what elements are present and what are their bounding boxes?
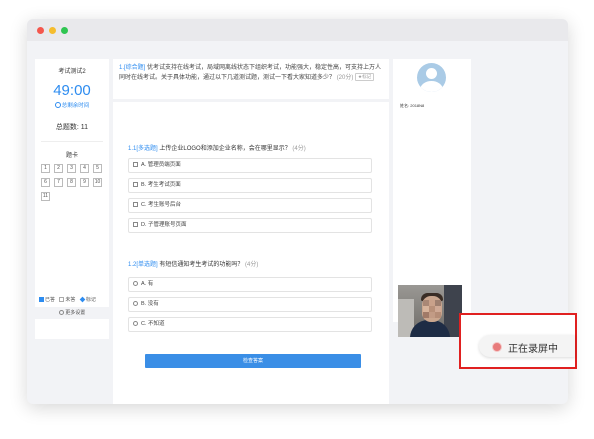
check-answers-button[interactable]: 检查答案 xyxy=(145,354,361,368)
remaining-time-text: 总剩余时间 xyxy=(61,103,90,109)
sub-question-score: (4分) xyxy=(245,262,259,268)
answer-option[interactable]: B. 考生考试页面 xyxy=(128,178,372,193)
answer-option[interactable]: B. 没有 xyxy=(128,297,372,312)
question-number-cell[interactable]: 10 xyxy=(93,178,102,187)
question-score: (20分) xyxy=(336,75,354,81)
question-number-cell[interactable]: 8 xyxy=(67,178,76,187)
recording-pill: 正在录屏中 xyxy=(479,335,575,357)
answer-sheet-grid: 1 2 3 4 5 6 7 8 9 10 11 xyxy=(41,164,103,201)
question-number-cell[interactable]: 4 xyxy=(80,164,89,173)
radio-icon[interactable] xyxy=(133,300,138,306)
unanswered-swatch-icon xyxy=(59,297,65,302)
legend-answered: 已答 xyxy=(45,297,56,303)
exam-status-panel: 考试测试2 49:00 总剩余时间 总题数: 11 题卡 1 2 3 4 5 6 7 8 9 10… xyxy=(35,59,109,339)
recording-indicator: 正在录屏中 xyxy=(459,313,577,369)
question-number-cell[interactable]: 9 xyxy=(80,178,89,187)
sub-question-title: 1.1[多选题] 上传企业LOGO和添加企业名称，会在哪里显示？ (4分) xyxy=(128,143,306,152)
checkbox-icon[interactable] xyxy=(133,181,138,187)
countdown-timer: 49:00 xyxy=(53,82,91,99)
total-questions: 总题数: 11 xyxy=(55,124,89,131)
zoom-window-icon[interactable] xyxy=(61,27,68,34)
option-label: C. 考生账号后台 xyxy=(141,202,182,208)
question-type: [综合题] xyxy=(124,65,146,71)
question-number-cell[interactable]: 3 xyxy=(67,164,76,173)
clock-icon xyxy=(54,102,61,108)
answer-option[interactable]: D. 子管理账号页面 xyxy=(128,218,372,233)
close-window-icon[interactable] xyxy=(37,27,44,34)
checkbox-icon[interactable] xyxy=(133,161,138,167)
sub-question-type: [单选题] xyxy=(136,262,158,268)
radio-icon[interactable] xyxy=(133,320,138,326)
answer-legend: 已答 未答 标记 xyxy=(39,296,96,303)
checkbox-icon[interactable] xyxy=(133,201,138,207)
candidate-name-label: 姓名: xyxy=(400,103,410,108)
answered-swatch-icon xyxy=(39,297,44,302)
sub-question-text: 上传企业LOGO和添加企业名称，会在哪里显示？ xyxy=(159,146,291,152)
candidate-name-value: 2018N8 xyxy=(410,103,425,108)
gear-icon xyxy=(58,310,64,315)
question-body: 检查答案 1.1[多选题] 上传企业LOGO和添加企业名称，会在哪里显示？ (4… xyxy=(113,102,389,404)
sub-question-score: (4分) xyxy=(292,146,306,152)
more-settings-label: 更多设置 xyxy=(65,310,86,316)
legend-unanswered: 未答 xyxy=(65,297,76,303)
remaining-time-label: 总剩余时间 xyxy=(35,101,109,109)
panel-divider xyxy=(41,141,103,142)
answer-sheet-title: 题卡 xyxy=(65,153,78,159)
minimize-window-icon[interactable] xyxy=(49,27,56,34)
record-dot-icon xyxy=(492,342,502,352)
face-mosaic xyxy=(423,300,441,318)
answer-option[interactable]: C. 考生账号后台 xyxy=(128,198,372,213)
user-avatar-icon xyxy=(417,63,446,92)
mark-question-button[interactable]: ★标记 xyxy=(355,73,375,81)
exam-name: 考试测试2 xyxy=(58,69,86,75)
question-number-cell[interactable]: 1 xyxy=(41,164,50,173)
webcam-preview xyxy=(398,285,462,337)
answer-option[interactable]: A. 有 xyxy=(128,277,372,292)
question-header: 1.[综合题] 优考试支持在线考试，局域网离线状态下组织考试，功能强大，稳定性高… xyxy=(113,59,389,99)
candidate-name: 姓名: 2018N8 xyxy=(400,103,424,109)
option-label: A. 管理员端页面 xyxy=(141,162,181,168)
option-label: B. 没有 xyxy=(141,301,159,307)
radio-icon[interactable] xyxy=(133,280,138,286)
marked-swatch-icon xyxy=(79,296,86,303)
sub-question-type: [多选题] xyxy=(136,146,158,152)
answer-option[interactable]: C. 不知道 xyxy=(128,317,372,332)
option-label: C. 不知道 xyxy=(141,321,165,327)
checkbox-icon[interactable] xyxy=(133,221,138,227)
question-number-cell[interactable]: 2 xyxy=(54,164,63,173)
sub-question-text: 有短信通知考生考试的功能吗？ xyxy=(159,262,244,268)
option-label: B. 考生考试页面 xyxy=(141,182,181,188)
question-number-cell[interactable]: 7 xyxy=(54,178,63,187)
candidate-panel: 姓名: 2018N8 xyxy=(393,59,471,322)
option-label: A. 有 xyxy=(141,281,154,287)
question-number-cell[interactable]: 11 xyxy=(41,192,50,201)
option-label: D. 子管理账号页面 xyxy=(141,222,187,228)
legend-marked: 标记 xyxy=(85,297,96,303)
title-bar xyxy=(27,19,568,41)
mark-question-label: 标记 xyxy=(362,74,372,79)
more-settings-button[interactable]: 更多设置 xyxy=(35,307,109,319)
sub-question-title: 1.2[单选题] 有短信通知考生考试的功能吗？ (4分) xyxy=(128,259,258,268)
recording-label: 正在录屏中 xyxy=(508,344,558,355)
answer-option[interactable]: A. 管理员端页面 xyxy=(128,158,372,173)
question-number-cell[interactable]: 5 xyxy=(93,164,102,173)
question-number-cell[interactable]: 6 xyxy=(41,178,50,187)
